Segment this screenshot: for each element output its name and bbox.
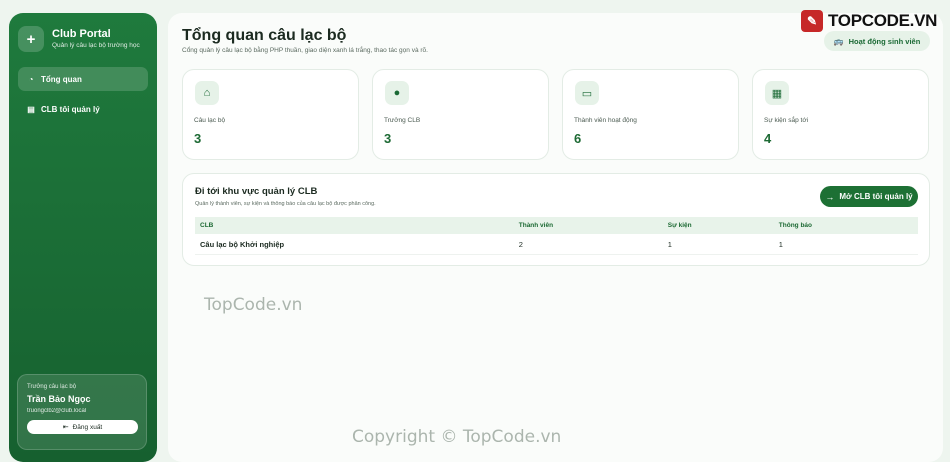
sidebar-nav: ◔ Tổng quan ▤ CLB tôi quản lý bbox=[18, 67, 148, 127]
stat-card-members: ▭ Thành viên hoạt động 6 bbox=[562, 69, 739, 160]
topcode-logo-text: TOPCODE.VN bbox=[828, 11, 938, 30]
user-role: Trưởng câu lạc bộ bbox=[27, 384, 77, 390]
open-my-clubs-button[interactable]: → Mở CLB tôi quản lý bbox=[820, 186, 918, 207]
cell-notices: 1 bbox=[773, 234, 918, 255]
column-header-notices: Thông báo bbox=[773, 217, 918, 234]
management-card: Đi tới khu vực quản lý CLB Quản lý thành… bbox=[182, 173, 930, 266]
stat-value: 3 bbox=[384, 131, 392, 146]
activity-label: Hoạt động sinh viên bbox=[848, 36, 921, 46]
clipboard-icon: ▤ bbox=[27, 104, 35, 114]
main-panel: Tổng quan câu lạc bộ Cổng quản lý câu lạ… bbox=[168, 10, 943, 462]
sidebar-item-overview[interactable]: ◔ Tổng quan bbox=[18, 67, 148, 91]
stat-card-leaders: ● Trưởng CLB 3 bbox=[372, 69, 549, 160]
page-title: Tổng quan câu lạc bộ bbox=[182, 27, 347, 44]
user-icon: ● bbox=[385, 81, 409, 105]
bus-icon: 🚌 bbox=[833, 36, 844, 46]
user-card: Trưởng câu lạc bộ Trần Bảo Ngọc truongcl… bbox=[17, 374, 147, 450]
topcode-logo-icon: ✎ bbox=[801, 10, 823, 32]
table-header-row: CLB Thành viên Sự kiện Thông báo bbox=[195, 217, 918, 234]
stat-value: 6 bbox=[574, 131, 582, 146]
management-subtitle: Quản lý thành viên, sự kiện và thông báo… bbox=[195, 201, 376, 207]
dashboard-icon: ◔ bbox=[28, 74, 34, 84]
stat-value: 4 bbox=[764, 131, 772, 146]
open-my-clubs-label: Mở CLB tôi quản lý bbox=[839, 192, 913, 201]
watermark-copyright: Copyright © TopCode.vn bbox=[352, 427, 562, 447]
stat-label: Sự kiện sắp tới bbox=[764, 117, 809, 124]
plus-icon: + bbox=[18, 26, 44, 52]
sidebar-item-label: CLB tôi quản lý bbox=[41, 104, 100, 114]
sidebar-item-my-clubs[interactable]: ▤ CLB tôi quản lý bbox=[18, 97, 148, 121]
calendar-icon: ▦ bbox=[765, 81, 789, 105]
user-name: Trần Bảo Ngọc bbox=[27, 394, 91, 404]
cell-events: 1 bbox=[662, 234, 774, 255]
stat-label: Thành viên hoạt động bbox=[574, 117, 637, 124]
id-card-icon: ▭ bbox=[575, 81, 599, 105]
stat-label: Câu lạc bộ bbox=[194, 117, 226, 124]
brand-title: Club Portal bbox=[52, 28, 111, 40]
column-header-events: Sự kiện bbox=[662, 217, 774, 234]
management-title: Đi tới khu vực quản lý CLB bbox=[195, 186, 318, 197]
column-header-club: CLB bbox=[195, 217, 514, 234]
stat-card-clubs: ⌂ Câu lạc bộ 3 bbox=[182, 69, 359, 160]
activity-badge: 🚌 Hoạt động sinh viên bbox=[824, 31, 930, 51]
arrow-right-icon: → bbox=[825, 191, 835, 202]
logout-label: Đăng xuất bbox=[72, 423, 103, 431]
watermark-center: TopCode.vn bbox=[204, 295, 303, 315]
page-subtitle: Cổng quản lý câu lạc bộ bằng PHP thuần, … bbox=[182, 47, 428, 54]
sidebar-item-label: Tổng quan bbox=[41, 74, 82, 84]
cell-club: Câu lạc bộ Khởi nghiệp bbox=[195, 234, 514, 255]
cell-members: 2 bbox=[513, 234, 663, 255]
brand: + Club Portal Quản lý câu lạc bộ trường … bbox=[18, 26, 140, 52]
clubs-table: CLB Thành viên Sự kiện Thông báo Câu lạc… bbox=[195, 217, 918, 255]
stat-value: 3 bbox=[194, 131, 202, 146]
logout-icon: ⇤ bbox=[62, 424, 69, 431]
stat-label: Trưởng CLB bbox=[384, 117, 421, 124]
logout-button[interactable]: ⇤ Đăng xuất bbox=[27, 420, 138, 434]
table-row[interactable]: Câu lạc bộ Khởi nghiệp 2 1 1 bbox=[195, 234, 918, 255]
topcode-logo: ✎ TOPCODE.VN bbox=[801, 10, 937, 32]
brand-subtitle: Quản lý câu lạc bộ trường học bbox=[52, 42, 140, 49]
stat-card-events: ▦ Sự kiện sắp tới 4 bbox=[752, 69, 929, 160]
sidebar: + Club Portal Quản lý câu lạc bộ trường … bbox=[9, 13, 157, 462]
user-email: truongclb2@club.local bbox=[27, 408, 87, 414]
column-header-members: Thành viên bbox=[513, 217, 663, 234]
club-icon: ⌂ bbox=[195, 81, 219, 105]
